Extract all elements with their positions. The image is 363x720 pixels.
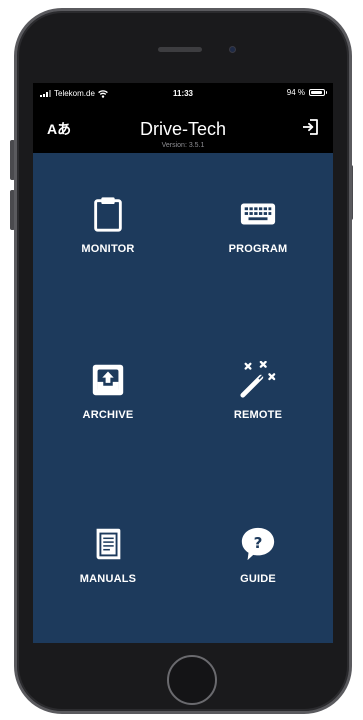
help-bubble-icon: ?	[241, 527, 275, 561]
tile-program[interactable]: PROGRAM	[183, 153, 333, 316]
front-camera	[229, 46, 236, 53]
battery-fill	[311, 91, 322, 94]
app-version: Version: 3.5.1	[161, 142, 205, 149]
tile-monitor[interactable]: MONITOR	[33, 153, 183, 316]
tile-remote[interactable]: REMOTE	[183, 316, 333, 479]
tile-manuals[interactable]: MANUALS	[33, 479, 183, 642]
keyboard-icon	[240, 203, 276, 225]
tile-label: PROGRAM	[228, 243, 288, 255]
status-bar: Telekom.de 11:33 94 %	[33, 83, 333, 103]
stage: Telekom.de 11:33 94 % Aあ Drive-Tech Vers…	[0, 0, 363, 720]
main-menu-grid: MONITOR PROGRAM ARCHIVE REMOTE MANUALS ?…	[33, 153, 333, 643]
earpiece-speaker	[158, 47, 202, 52]
battery-icon	[309, 89, 327, 96]
logout-icon[interactable]	[301, 117, 321, 137]
archive-upload-icon	[92, 364, 124, 396]
manual-book-icon	[96, 528, 121, 560]
tile-label: ARCHIVE	[82, 409, 134, 421]
tile-label: MONITOR	[81, 243, 135, 255]
clipboard-icon	[94, 197, 122, 232]
tile-archive[interactable]: ARCHIVE	[33, 316, 183, 479]
tile-label: GUIDE	[240, 573, 276, 585]
status-right: 94 %	[286, 88, 327, 97]
svg-text:?: ?	[254, 534, 263, 552]
magic-wand-icon	[240, 361, 276, 398]
tile-label: REMOTE	[233, 409, 283, 421]
home-button[interactable]	[167, 655, 217, 705]
tile-label: MANUALS	[79, 573, 137, 585]
phone-screen: Telekom.de 11:33 94 % Aあ Drive-Tech Vers…	[33, 83, 333, 643]
tile-guide[interactable]: ? GUIDE	[183, 479, 333, 642]
battery-percentage: 94 %	[286, 88, 305, 97]
app-title: Drive-Tech	[139, 119, 227, 139]
app-header: Aあ Drive-Tech Version: 3.5.1	[33, 103, 333, 151]
